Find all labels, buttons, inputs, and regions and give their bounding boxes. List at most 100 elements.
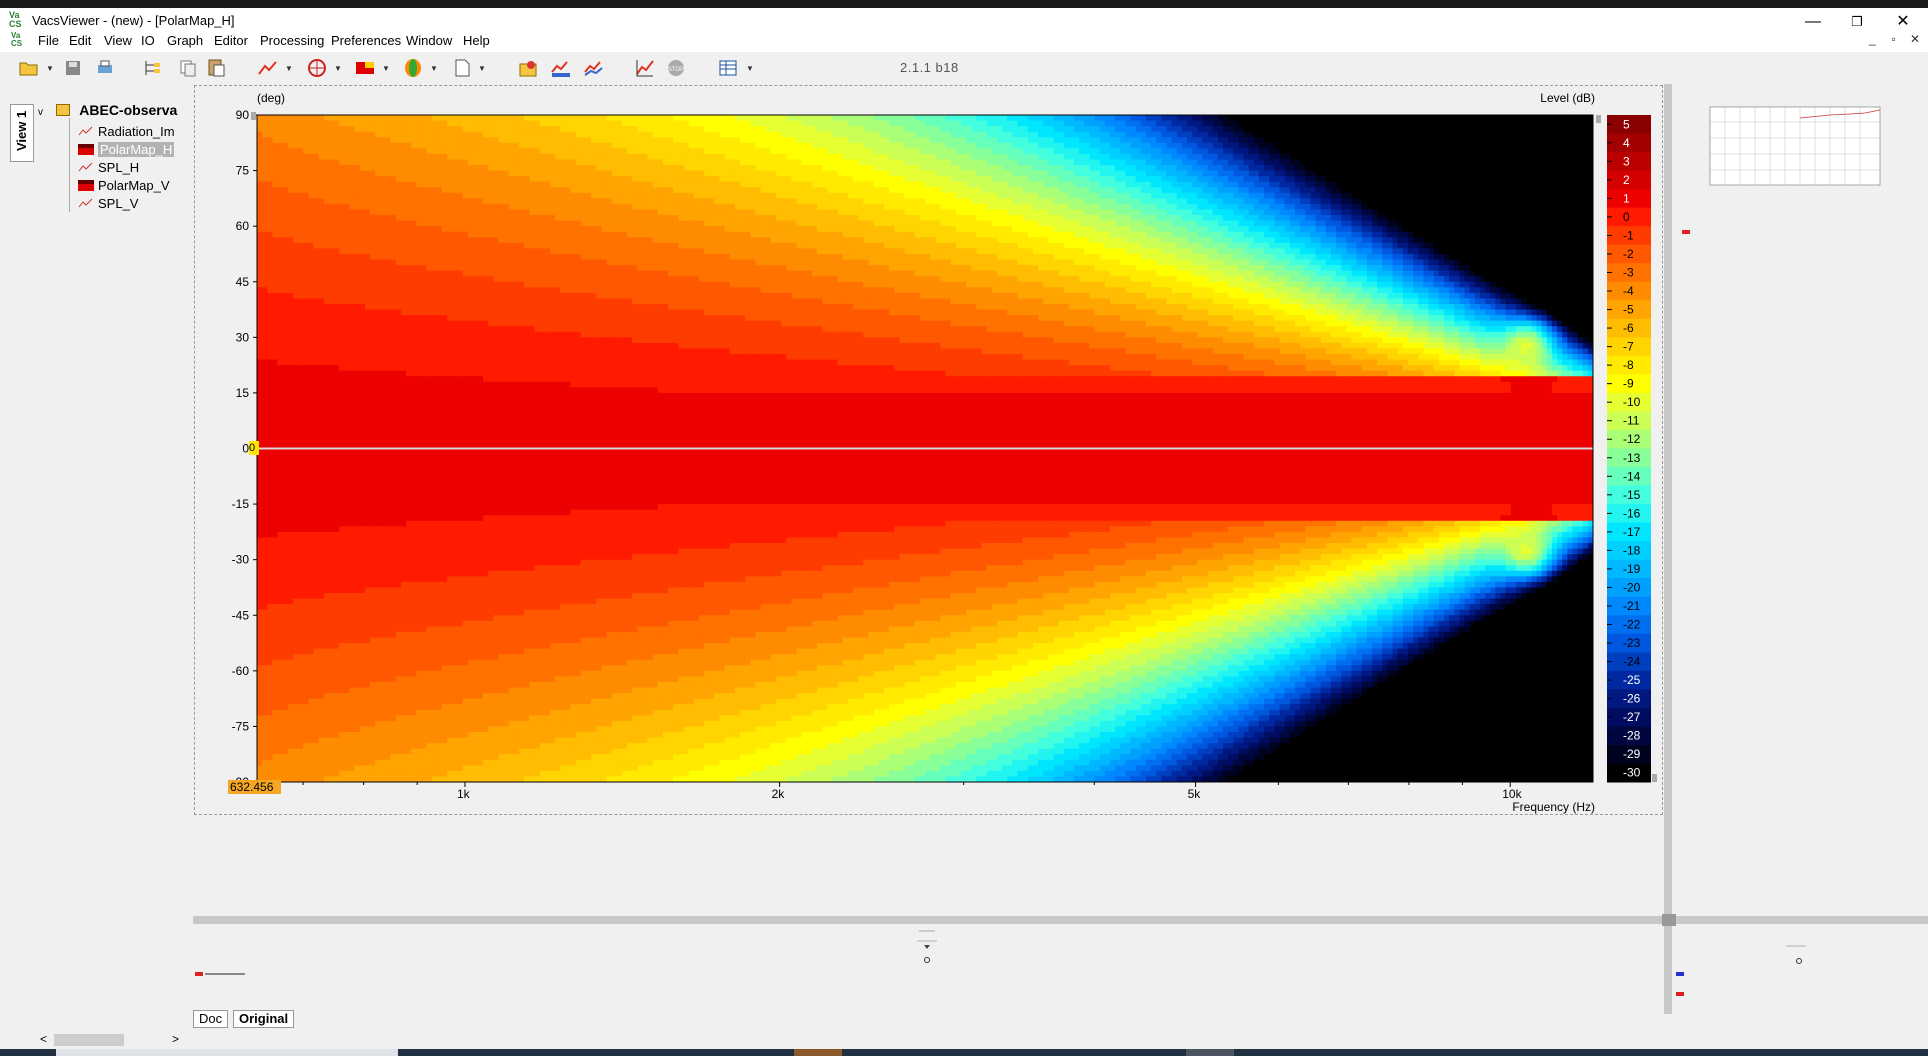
open-folder-icon[interactable] — [17, 56, 41, 80]
tree-view-tab[interactable]: View 1 — [10, 104, 34, 162]
heatmap-cell — [462, 687, 469, 694]
polar-map-dropdown-icon[interactable]: ▼ — [382, 64, 390, 73]
heatmap-cell — [282, 726, 289, 733]
heatmap-cell — [395, 687, 402, 694]
heatmap-cell — [344, 693, 351, 700]
heatmap-cell — [339, 126, 345, 133]
heatmap-cell — [257, 404, 263, 411]
tree-item-spl-v[interactable]: SPL_V — [78, 196, 138, 214]
graph-compare-icon[interactable] — [582, 56, 606, 80]
heatmap-cell — [334, 504, 340, 511]
polar-map-icon[interactable] — [353, 56, 377, 80]
heatmap-cell — [431, 704, 438, 711]
open-dropdown-icon[interactable]: ▼ — [46, 64, 54, 73]
menu-help[interactable]: Help — [463, 33, 490, 48]
copy-icon[interactable] — [176, 56, 200, 80]
heatmap-cell — [370, 765, 376, 772]
heatmap-cell — [406, 292, 412, 300]
heatmap-cell — [447, 593, 453, 600]
heatmap-cell — [318, 115, 325, 122]
menu-graph[interactable]: Graph — [167, 33, 203, 48]
save-icon[interactable] — [61, 56, 85, 80]
heatmap-cell — [292, 465, 299, 472]
polar-map-plot[interactable]: 9075604530150-15-30-45-60-75-90 1k2k5k10… — [194, 85, 1663, 815]
heatmap-cell — [457, 626, 464, 633]
heatmap-cell — [257, 387, 263, 394]
heatmap-cell — [292, 492, 299, 500]
line-graph-icon[interactable] — [256, 56, 280, 80]
heatmap-cell — [303, 726, 309, 733]
line-graph-dropdown-icon[interactable]: ▼ — [285, 64, 293, 73]
heatmap-cell — [364, 693, 371, 700]
heatmap-cell — [354, 303, 361, 311]
heatmap-cell — [431, 720, 438, 728]
tree-structure-icon[interactable] — [140, 56, 164, 80]
mdi-restore-button[interactable]: ▫ — [1885, 32, 1903, 46]
polar-map-chart[interactable]: 9075604530150-15-30-45-60-75-90 1k2k5k10… — [195, 86, 1664, 816]
print-icon[interactable] — [93, 56, 117, 80]
collapse-chevron-icon[interactable]: v — [38, 107, 52, 118]
heatmap-cell — [282, 598, 289, 605]
tree-root-item[interactable]: v ABEC-observa — [38, 102, 177, 120]
heatmap-cell — [298, 704, 304, 711]
menu-edit[interactable]: Edit — [69, 33, 91, 48]
heatmap-cell — [431, 487, 438, 494]
stop-icon[interactable]: STOP — [664, 56, 688, 80]
table-view-dropdown-icon[interactable]: ▼ — [746, 64, 754, 73]
heatmap-cell — [272, 354, 279, 361]
heatmap-cell — [406, 542, 412, 550]
polar-plot-dropdown-icon[interactable]: ▼ — [334, 64, 342, 73]
balloon-icon[interactable] — [401, 56, 425, 80]
mdi-close-button[interactable]: ✕ — [1906, 32, 1924, 46]
process-graph-icon[interactable] — [633, 56, 657, 80]
heatmap-cell — [359, 159, 366, 166]
menu-io[interactable]: IO — [141, 33, 155, 48]
new-page-icon[interactable] — [450, 56, 474, 80]
heatmap-cell — [400, 348, 407, 355]
heatmap-cell — [364, 220, 371, 227]
menu-editor[interactable]: Editor — [214, 33, 248, 48]
heatmap-cell — [308, 281, 315, 288]
heatmap-cell — [308, 303, 315, 311]
heatmap-cell — [390, 409, 397, 416]
heatmap-cell — [277, 415, 284, 422]
tree-item-spl-h[interactable]: SPL_H — [78, 160, 139, 178]
heatmap-cell — [292, 331, 299, 338]
import-data-icon[interactable] — [516, 56, 540, 80]
heatmap-cell — [441, 698, 448, 705]
menu-file[interactable]: File — [38, 33, 59, 48]
heatmap-cell — [282, 570, 289, 577]
mdi-minimize-button[interactable]: _ — [1863, 32, 1881, 46]
heatmap-cell — [359, 587, 366, 594]
heatmap-cell — [267, 404, 274, 411]
heatmap-cell — [411, 126, 417, 133]
tree-item-polarmap-h[interactable]: PolarMap_H — [78, 142, 175, 160]
heatmap-cell — [262, 192, 268, 199]
balloon-dropdown-icon[interactable]: ▼ — [430, 64, 438, 73]
heatmap-cell — [272, 615, 279, 622]
heatmap-cell — [277, 381, 284, 388]
tree-item-radiation-im[interactable]: Radiation_Im — [78, 124, 175, 142]
heatmap-cell — [303, 248, 309, 255]
menu-processing[interactable]: Processing — [260, 33, 324, 48]
tree-item-polarmap-v[interactable]: PolarMap_V — [78, 178, 170, 196]
heatmap-cell — [339, 604, 345, 611]
heatmap-cell — [328, 676, 335, 683]
new-page-dropdown-icon[interactable]: ▼ — [478, 64, 486, 73]
heatmap-cell — [262, 765, 268, 772]
heatmap-cell — [298, 309, 304, 316]
heatmap-cell — [257, 615, 263, 622]
heatmap-cell — [354, 365, 361, 372]
heatmap-cell — [282, 676, 289, 683]
table-view-icon[interactable] — [716, 56, 740, 80]
heatmap-cell — [462, 331, 469, 338]
menu-preferences[interactable]: Preferences — [331, 33, 401, 48]
vacs-export-icon[interactable] — [549, 56, 573, 80]
heatmap-cell — [287, 476, 294, 483]
menu-window[interactable]: Window — [406, 33, 452, 48]
app-system-menu-icon[interactable]: Va CS — [11, 32, 29, 50]
heatmap-cell — [298, 409, 304, 416]
menu-view[interactable]: View — [104, 33, 132, 48]
polar-plot-icon[interactable] — [305, 56, 329, 80]
paste-icon[interactable] — [204, 56, 228, 80]
